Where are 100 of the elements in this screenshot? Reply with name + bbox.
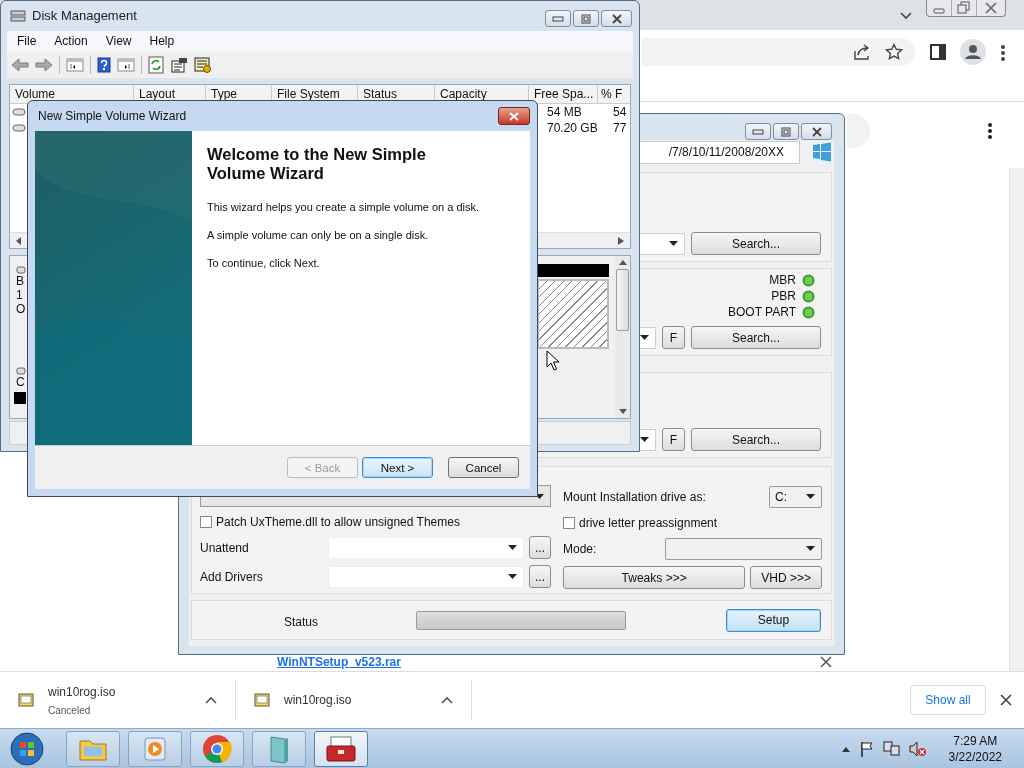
checkbox[interactable] (563, 516, 575, 529)
refresh-icon[interactable] (148, 56, 164, 74)
drive-dropdown[interactable]: C: (769, 485, 822, 508)
browse-button[interactable]: ... (529, 536, 551, 559)
checkbox-label: drive letter preassignment (579, 515, 718, 530)
close-button[interactable] (801, 123, 832, 140)
browse-button[interactable]: ... (529, 565, 551, 588)
disk-header-bar (14, 391, 26, 404)
disc-image-icon (254, 692, 270, 708)
vhd-button[interactable]: VHD >>> (750, 566, 822, 589)
disk-info-text: C (16, 374, 26, 389)
menu-icon[interactable] (1000, 44, 1006, 62)
back-arrow-icon[interactable] (11, 57, 29, 73)
scroll-down-icon[interactable] (618, 409, 627, 415)
close-icon (508, 111, 520, 121)
disk-info-text: 1 (16, 288, 24, 303)
clock-date[interactable]: 3/22/2022 (948, 748, 1002, 765)
dialog-button[interactable]: Next > (362, 457, 433, 478)
network-icon[interactable] (882, 740, 901, 757)
scroll-thumb[interactable] (616, 269, 629, 332)
clock-time[interactable]: 7:29 AM (953, 732, 998, 749)
side-panel-icon[interactable] (930, 44, 946, 60)
menu-item[interactable]: File (17, 34, 37, 49)
close-icon[interactable] (1000, 694, 1012, 706)
minimize-button[interactable] (745, 123, 771, 140)
flag-icon[interactable] (858, 740, 875, 757)
menu-item[interactable]: Help (149, 34, 175, 49)
console-tree-icon[interactable] (66, 57, 84, 73)
checkbox-label: Patch UxTheme.dll to allow unsigned Themes (216, 514, 460, 529)
download-link[interactable]: WinNTSetup_v523.rar (277, 655, 401, 669)
disk-info-text: B (16, 274, 25, 289)
drive-icon (12, 123, 26, 132)
scrollbar[interactable] (615, 256, 630, 419)
table-cell-text: 70.20 GB (547, 120, 599, 135)
scroll-left-icon[interactable] (16, 236, 22, 245)
show-all-button[interactable]: Show all (910, 685, 986, 715)
boot-flag-label: MBR (769, 272, 796, 288)
table-cell: 54 (613, 104, 627, 119)
close-icon (809, 126, 824, 137)
download-item[interactable]: win10rog.iso (236, 680, 472, 720)
minimize-button[interactable] (545, 10, 571, 27)
dropdown-arrow-icon (640, 437, 649, 442)
caret-up-icon[interactable] (441, 696, 453, 704)
boot-flag-label: PBR (771, 288, 796, 304)
format-button[interactable]: F (662, 428, 685, 451)
boot-flag-label: BOOT PART (728, 304, 796, 320)
wizard-text: To continue, click Next. (207, 257, 321, 269)
table-cell: 77 (613, 120, 627, 135)
windows-logo-icon (812, 142, 832, 162)
caret-up-icon[interactable] (205, 696, 217, 704)
tweaks-button[interactable]: Tweaks >>> (563, 566, 746, 589)
dialog-button[interactable]: Cancel (448, 457, 519, 478)
dropdown-arrow-icon (640, 335, 649, 340)
format-button[interactable]: F (662, 326, 685, 349)
action-pane-icon[interactable] (117, 57, 135, 73)
properties-icon[interactable] (170, 57, 188, 73)
column-header[interactable]: % F (598, 84, 628, 103)
star-icon[interactable] (885, 43, 903, 61)
close-button[interactable] (601, 10, 632, 27)
drive-icon (16, 266, 26, 275)
settings-icon[interactable] (194, 57, 212, 73)
close-button[interactable] (498, 107, 530, 125)
disk-info-text: O (16, 302, 26, 317)
share-icon[interactable] (853, 43, 871, 61)
close-icon[interactable] (820, 656, 832, 668)
profile-icon[interactable] (960, 39, 986, 65)
setup-button[interactable]: Setup (726, 608, 821, 632)
dropdown-arrow-icon (806, 546, 815, 551)
mode-dropdown[interactable] (665, 537, 822, 560)
menu-item[interactable]: View (105, 34, 132, 49)
taskbar-button[interactable] (190, 730, 244, 767)
chevron-down-icon[interactable] (900, 12, 912, 20)
scroll-right-icon[interactable] (618, 236, 624, 245)
dialog-title: New Simple Volume Wizard (38, 109, 187, 123)
menu-item[interactable]: Action (54, 34, 88, 49)
search-button[interactable]: Search... (691, 232, 821, 255)
play-icon (141, 734, 169, 763)
help-icon[interactable] (97, 57, 111, 73)
download-item[interactable]: win10rog.iso Canceled (0, 680, 236, 720)
search-button[interactable]: Search... (691, 428, 821, 451)
disk-header-bar (537, 264, 609, 278)
forward-arrow-icon[interactable] (35, 57, 53, 73)
maximize-icon (580, 13, 592, 24)
unallocated-partition[interactable] (537, 279, 609, 350)
menu-icon[interactable] (987, 122, 993, 140)
checkbox[interactable] (200, 515, 212, 528)
status-light-icon (802, 305, 815, 319)
start-button[interactable] (10, 731, 44, 766)
search-button[interactable]: Search... (691, 326, 821, 349)
field-label: Add Drivers (200, 569, 264, 584)
download-status: Canceled (48, 704, 92, 716)
scroll-up-icon[interactable] (618, 260, 627, 266)
taskbar-button[interactable] (314, 730, 368, 767)
wizard-heading: Welcome to the New Simple Volume Wizard (207, 145, 427, 183)
scrollbar[interactable] (1009, 168, 1024, 671)
window-title: Disk Management (32, 8, 137, 24)
disk-icon (10, 8, 26, 23)
book-icon (267, 733, 291, 764)
table-cell-text: 54 MB (547, 104, 583, 119)
speaker-muted-icon[interactable] (908, 740, 927, 757)
